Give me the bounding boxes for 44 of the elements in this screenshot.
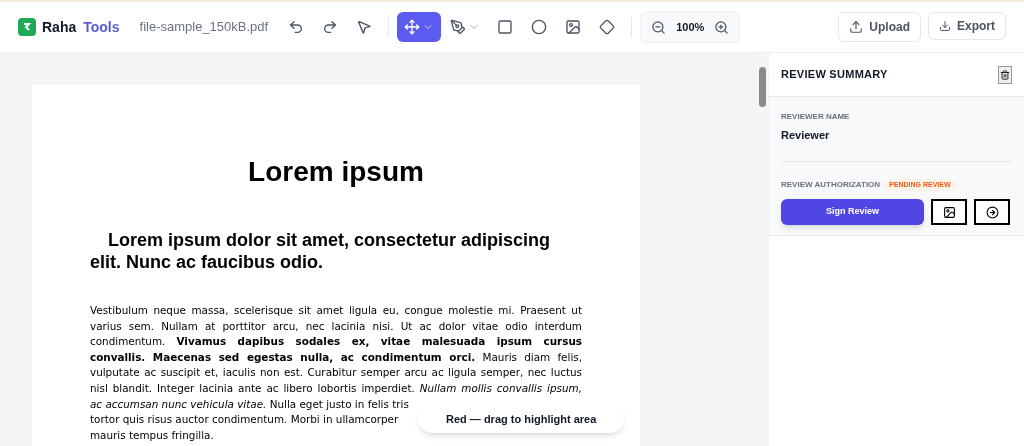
zoom-level: 100%: [676, 19, 705, 35]
image-icon: [565, 19, 582, 35]
field-label: REVIEW AUTHORIZATION: [781, 178, 881, 191]
paragraph-line: varius sem. Nullam at porttitor arcu, nec lacinia nisi. Ut ac dolor vitae odio interdum: [90, 318, 582, 334]
logo-icon: [18, 18, 36, 36]
paragraph-line: mauris tempus fringilla.: [90, 427, 214, 443]
panel-title: REVIEW SUMMARY: [781, 67, 888, 83]
paragraph-line: nisl blandit. Integer lacinia ante ac libero lobortis imperdiet. Nullam mollis convallis ipsum,: [90, 380, 582, 396]
paragraph-line: Vestibulum neque massa, scelerisque sit amet ligula eu, congue molestie mi. Praesent ut: [90, 303, 582, 318]
file-name: file-sample_150kB.pdf: [139, 18, 269, 37]
image-button[interactable]: [931, 199, 967, 225]
brand-name: Raha: [42, 17, 77, 37]
upload-icon: [849, 20, 864, 34]
square-icon: [497, 19, 514, 35]
paragraph-line: convallis. Maecenas sed egestas nulla, ac condimentum orci. Mauris diam felis,: [90, 349, 582, 365]
zoom-out-icon[interactable]: [651, 19, 667, 35]
download-icon: [939, 20, 951, 32]
pen-icon: [450, 19, 467, 35]
field-label: REVIEWER NAME: [781, 111, 851, 123]
delete-button[interactable]: [998, 65, 1012, 84]
document-title: Lorem ipsum: [247, 155, 425, 189]
pointer-icon: [356, 19, 373, 35]
move-icon: [404, 19, 421, 35]
sign-review-button[interactable]: Sign Review: [781, 199, 924, 225]
export-button[interactable]: Export: [928, 12, 1006, 40]
undo-icon: [288, 19, 305, 35]
document-heading: Lorem ipsum dolor sit amet, consectetur adipiscing elit. Nunc ac faucibus odio.: [90, 229, 552, 273]
reviewer-name: Reviewer: [781, 128, 831, 143]
paragraph-line: condimentum. Vivamus dapibus sodales ex, vitae malesuada ipsum cursus: [90, 334, 582, 350]
circle-icon: [531, 19, 548, 35]
paragraph-line: vulputate ac suscipit et, iaculis non est. Curabitur semper arcu ac ligula semper, nec luctus: [90, 365, 582, 381]
trash-icon: [1000, 69, 1010, 80]
diamond-icon: [599, 19, 616, 35]
next-button[interactable]: [974, 199, 1010, 225]
image-icon: [942, 205, 956, 219]
zoom-in-icon[interactable]: [714, 19, 730, 35]
redo-icon: [322, 19, 339, 35]
paragraph-line: tortor quis risus auctor condimentum. Morbi in ullamcorper: [90, 412, 399, 428]
upload-button[interactable]: Upload: [838, 12, 921, 42]
arrow-right-icon: [985, 205, 999, 219]
brand-name: Tools: [83, 17, 120, 37]
paragraph-line: ac accumsan nunc vehicula vitae. Nulla eget justo in felis tris: [90, 396, 409, 412]
tool-button[interactable]: [397, 12, 442, 42]
hint-toast: Red — drag to highlight area: [418, 405, 625, 433]
